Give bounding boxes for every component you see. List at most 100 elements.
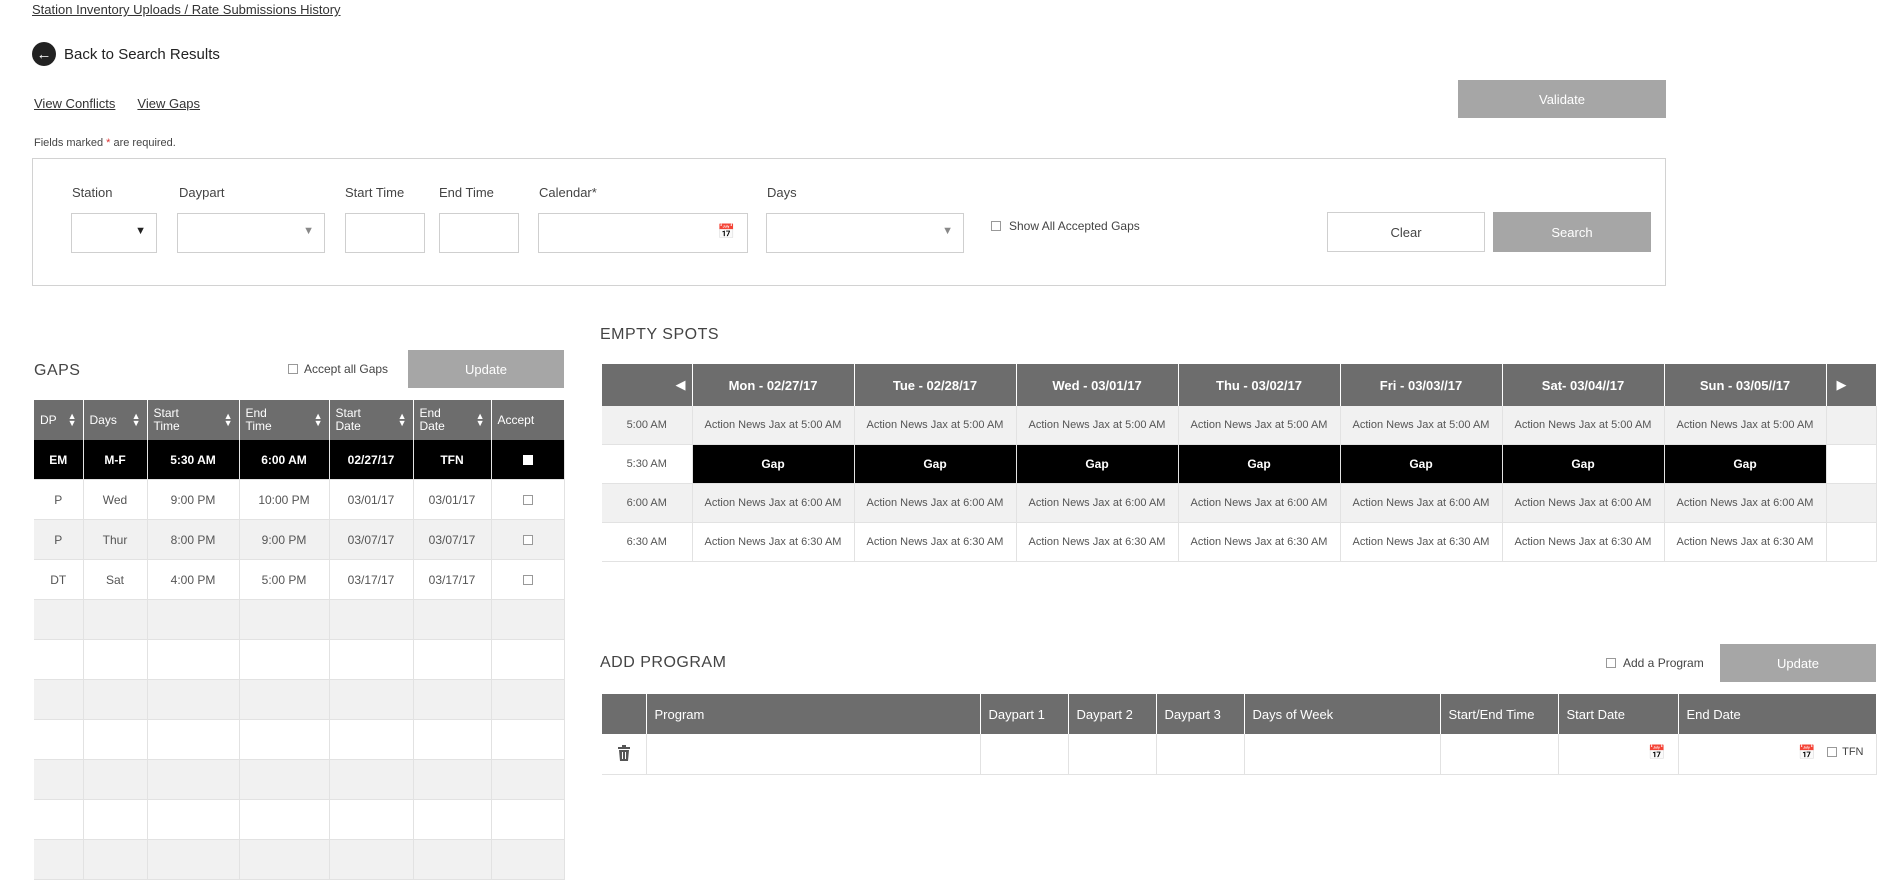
breadcrumb[interactable]: Station Inventory Uploads / Rate Submiss… bbox=[32, 2, 341, 17]
days-of-week-input[interactable] bbox=[1244, 734, 1441, 775]
calendar-input[interactable]: 📅 bbox=[538, 213, 748, 253]
add-program-update-button[interactable]: Update bbox=[1720, 644, 1876, 682]
tfn-checkbox[interactable] bbox=[1827, 747, 1838, 757]
spot-cell[interactable]: Action News Jax at 5:00 AM bbox=[854, 406, 1017, 445]
accept-all-checkbox[interactable] bbox=[288, 364, 298, 374]
gap-cell[interactable]: Gap bbox=[1340, 444, 1503, 484]
spot-cell[interactable]: Action News Jax at 6:00 AM bbox=[1340, 483, 1503, 523]
accept-all-gaps[interactable]: Accept all Gaps bbox=[288, 362, 388, 376]
view-conflicts-link[interactable]: View Conflicts bbox=[34, 96, 115, 111]
gap-start-time: 5:30 AM bbox=[147, 440, 240, 480]
end-date-input[interactable]: 📅 TFN bbox=[1678, 734, 1877, 775]
daypart1-input[interactable] bbox=[980, 734, 1069, 775]
end-time-input[interactable] bbox=[439, 213, 519, 253]
add-a-program-checkbox[interactable] bbox=[1606, 658, 1616, 668]
spot-cell[interactable]: Action News Jax at 6:30 AM bbox=[854, 522, 1017, 562]
calendar-icon[interactable]: 📅 bbox=[1648, 744, 1665, 761]
days-select[interactable]: ▼ bbox=[766, 213, 964, 253]
gaps-row[interactable]: P Wed 9:00 PM 10:00 PM 03/01/17 03/01/17 bbox=[34, 479, 565, 520]
sort-icon[interactable]: ▲ ▼ bbox=[314, 412, 323, 428]
sort-icon[interactable]: ▲ ▼ bbox=[398, 412, 407, 428]
spot-cell[interactable]: Action News Jax at 5:00 AM bbox=[1664, 406, 1827, 445]
calendar-icon[interactable]: 📅 bbox=[718, 223, 735, 240]
spot-cell[interactable]: Action News Jax at 6:30 AM bbox=[692, 522, 855, 562]
chevron-right-icon[interactable]: ▶ bbox=[1837, 377, 1847, 392]
gap-cell[interactable]: Gap bbox=[1178, 444, 1341, 484]
gap-start-date: 02/27/17 bbox=[329, 440, 414, 480]
gap-accept-checkbox[interactable] bbox=[522, 455, 533, 466]
spot-cell[interactable]: Action News Jax at 6:30 AM bbox=[1178, 522, 1341, 562]
spot-cell[interactable]: Action News Jax at 6:00 AM bbox=[1178, 483, 1341, 523]
spot-cell[interactable]: Action News Jax at 6:00 AM bbox=[1016, 483, 1179, 523]
view-gaps-link[interactable]: View Gaps bbox=[137, 96, 200, 111]
trash-icon[interactable] bbox=[617, 744, 631, 761]
gaps-row[interactable]: EM M-F 5:30 AM 6:00 AM 02/27/17 TFN bbox=[34, 440, 565, 480]
spot-cell[interactable]: Action News Jax at 5:00 AM bbox=[1178, 406, 1341, 445]
spot-cell[interactable]: Action News Jax at 5:00 AM bbox=[692, 406, 855, 445]
spot-cell[interactable]: Action News Jax at 6:30 AM bbox=[1340, 522, 1503, 562]
search-button[interactable]: Search bbox=[1493, 212, 1651, 252]
gaps-update-button[interactable]: Update bbox=[408, 350, 564, 388]
spot-cell[interactable]: Action News Jax at 6:30 AM bbox=[1502, 522, 1665, 562]
start-end-time-input[interactable] bbox=[1440, 734, 1559, 775]
program-header: Program bbox=[646, 694, 981, 734]
gap-cell[interactable]: Gap bbox=[854, 444, 1017, 484]
gaps-header-end-date[interactable]: End Date ▲ ▼ bbox=[413, 400, 492, 440]
back-label: Back to Search Results bbox=[64, 45, 220, 63]
empty-spots-title: EMPTY SPOTS bbox=[600, 326, 720, 343]
spot-row: 5:00 AM Action News Jax at 5:00 AM Actio… bbox=[602, 406, 1877, 445]
spot-cell[interactable]: Action News Jax at 6:00 AM bbox=[1502, 483, 1665, 523]
start-time-input[interactable] bbox=[345, 213, 425, 253]
gap-days: Wed bbox=[83, 479, 148, 520]
gaps-header-end-time[interactable]: End Time ▲ ▼ bbox=[239, 400, 330, 440]
spot-cell[interactable]: Action News Jax at 6:00 AM bbox=[692, 483, 855, 523]
gaps-header-days[interactable]: Days ▲ ▼ bbox=[83, 400, 148, 440]
gap-accept-checkbox[interactable] bbox=[522, 575, 533, 586]
start-end-time-header: Start/End Time bbox=[1440, 694, 1559, 734]
tfn-option[interactable]: TFN bbox=[1827, 746, 1864, 758]
spot-cell[interactable]: Action News Jax at 5:00 AM bbox=[1502, 406, 1665, 445]
station-select[interactable]: ▼ bbox=[71, 213, 157, 253]
day-header: Mon - 02/27/17 bbox=[692, 364, 855, 406]
gap-days: Thur bbox=[83, 519, 148, 560]
show-accepted-gaps[interactable]: Show All Accepted Gaps bbox=[991, 219, 1140, 233]
breadcrumb-link[interactable]: Station Inventory Uploads / Rate Submiss… bbox=[32, 2, 341, 17]
sort-icon[interactable]: ▲ ▼ bbox=[224, 412, 233, 428]
gap-cell[interactable]: Gap bbox=[1016, 444, 1179, 484]
daypart-select[interactable]: ▼ bbox=[177, 213, 325, 253]
gaps-row[interactable]: P Thur 8:00 PM 9:00 PM 03/07/17 03/07/17 bbox=[34, 519, 565, 560]
back-to-search-results[interactable]: ← Back to Search Results bbox=[32, 42, 220, 66]
add-a-program[interactable]: Add a Program bbox=[1606, 656, 1704, 670]
gaps-row[interactable]: DT Sat 4:00 PM 5:00 PM 03/17/17 03/17/17 bbox=[34, 559, 565, 600]
start-time-label: Start Time bbox=[345, 185, 405, 200]
gap-accept-checkbox[interactable] bbox=[522, 495, 533, 506]
gaps-header-start-date[interactable]: Start Date ▲ ▼ bbox=[329, 400, 414, 440]
spot-cell[interactable]: Action News Jax at 6:30 AM bbox=[1664, 522, 1827, 562]
spot-cell[interactable]: Action News Jax at 6:00 AM bbox=[854, 483, 1017, 523]
sort-icon[interactable]: ▲ ▼ bbox=[132, 412, 141, 428]
required-note-prefix: Fields marked bbox=[34, 137, 107, 149]
gap-cell[interactable]: Gap bbox=[1502, 444, 1665, 484]
show-accepted-gaps-checkbox[interactable] bbox=[991, 221, 1001, 231]
gap-cell[interactable]: Gap bbox=[1664, 444, 1827, 484]
daypart3-input[interactable] bbox=[1156, 734, 1245, 775]
chevron-left-icon[interactable]: ◀ bbox=[676, 377, 686, 392]
gap-cell[interactable]: Gap bbox=[692, 444, 855, 484]
start-date-input[interactable]: 📅 bbox=[1558, 734, 1679, 775]
gaps-header-start-time[interactable]: Start Time ▲ ▼ bbox=[147, 400, 240, 440]
spot-cell[interactable]: Action News Jax at 5:00 AM bbox=[1016, 406, 1179, 445]
sort-icon[interactable]: ▲ ▼ bbox=[68, 412, 77, 428]
clear-button[interactable]: Clear bbox=[1327, 212, 1485, 252]
sort-icon[interactable]: ▲ ▼ bbox=[476, 412, 485, 428]
station-label: Station bbox=[72, 185, 113, 200]
spot-time: 5:00 AM bbox=[602, 406, 693, 445]
spot-cell[interactable]: Action News Jax at 6:00 AM bbox=[1664, 483, 1827, 523]
spot-cell[interactable]: Action News Jax at 5:00 AM bbox=[1340, 406, 1503, 445]
calendar-icon[interactable]: 📅 bbox=[1798, 744, 1815, 761]
spot-cell[interactable]: Action News Jax at 6:30 AM bbox=[1016, 522, 1179, 562]
validate-button[interactable]: Validate bbox=[1458, 80, 1666, 118]
daypart2-input[interactable] bbox=[1068, 734, 1157, 775]
program-input[interactable] bbox=[646, 734, 981, 775]
gaps-header-dp[interactable]: DP ▲ ▼ bbox=[34, 400, 84, 440]
gap-accept-checkbox[interactable] bbox=[522, 535, 533, 546]
